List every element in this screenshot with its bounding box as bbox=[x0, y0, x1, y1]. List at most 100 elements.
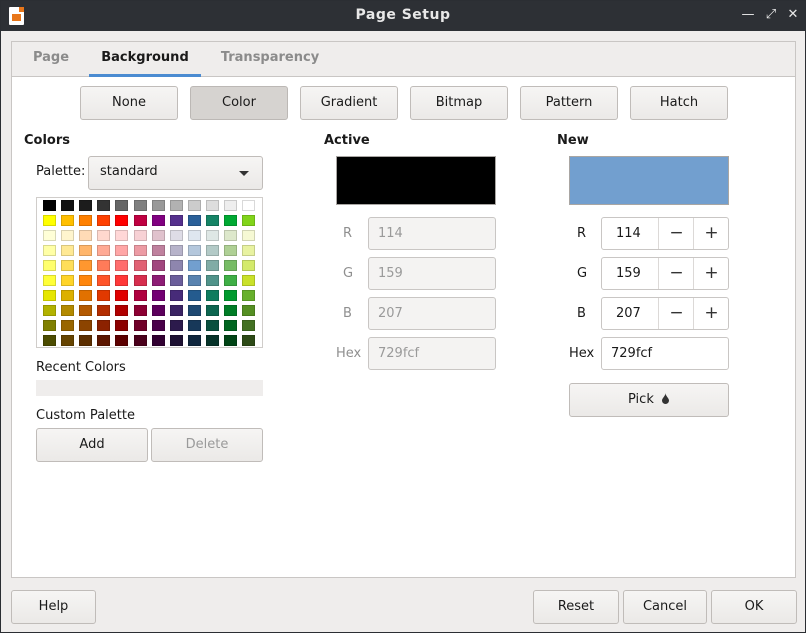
r-decrement-button[interactable]: − bbox=[658, 218, 694, 249]
color-swatch[interactable] bbox=[115, 230, 129, 241]
color-swatch[interactable] bbox=[61, 290, 75, 301]
color-swatch[interactable] bbox=[115, 290, 129, 301]
color-swatch[interactable] bbox=[61, 230, 75, 241]
color-swatch[interactable] bbox=[205, 305, 219, 316]
color-swatch[interactable] bbox=[97, 230, 111, 241]
color-swatch[interactable] bbox=[169, 215, 183, 226]
color-swatch[interactable] bbox=[187, 335, 201, 346]
r-increment-button[interactable]: + bbox=[693, 218, 729, 249]
color-swatch[interactable] bbox=[43, 335, 56, 346]
color-swatch[interactable] bbox=[115, 335, 129, 346]
color-swatch[interactable] bbox=[187, 245, 201, 256]
color-swatch[interactable] bbox=[205, 260, 219, 271]
color-swatch[interactable] bbox=[151, 200, 165, 211]
color-swatch[interactable] bbox=[61, 260, 75, 271]
color-swatch[interactable] bbox=[242, 200, 256, 211]
color-swatch[interactable] bbox=[242, 260, 256, 271]
color-swatch[interactable] bbox=[115, 320, 129, 331]
g-decrement-button[interactable]: − bbox=[658, 258, 694, 289]
color-swatch[interactable] bbox=[97, 275, 111, 286]
color-swatch[interactable] bbox=[133, 245, 147, 256]
color-swatch[interactable] bbox=[151, 335, 165, 346]
color-swatch[interactable] bbox=[169, 245, 183, 256]
color-swatch[interactable] bbox=[242, 320, 256, 331]
color-swatch[interactable] bbox=[115, 275, 129, 286]
color-swatch[interactable] bbox=[97, 215, 111, 226]
color-swatch[interactable] bbox=[61, 305, 75, 316]
color-swatch[interactable] bbox=[224, 215, 237, 226]
b-increment-button[interactable]: + bbox=[693, 298, 729, 329]
g-increment-button[interactable]: + bbox=[693, 258, 729, 289]
color-swatch[interactable] bbox=[224, 290, 237, 301]
color-swatch[interactable] bbox=[205, 230, 219, 241]
color-swatch[interactable] bbox=[151, 215, 165, 226]
color-swatch[interactable] bbox=[151, 245, 165, 256]
ok-button[interactable]: OK bbox=[711, 590, 797, 624]
color-swatch[interactable] bbox=[187, 320, 201, 331]
color-swatch[interactable] bbox=[79, 320, 93, 331]
pick-color-button[interactable]: Pick bbox=[569, 383, 729, 417]
color-swatch[interactable] bbox=[133, 200, 147, 211]
color-swatch[interactable] bbox=[79, 305, 93, 316]
color-swatch[interactable] bbox=[151, 305, 165, 316]
color-swatch[interactable] bbox=[43, 215, 56, 226]
cancel-button[interactable]: Cancel bbox=[623, 590, 707, 624]
color-swatch[interactable] bbox=[97, 290, 111, 301]
color-swatch[interactable] bbox=[224, 320, 237, 331]
color-swatch[interactable] bbox=[115, 200, 129, 211]
new-hex-value[interactable]: 729fcf bbox=[611, 346, 652, 361]
maximize-icon[interactable]: ⤢ bbox=[762, 6, 780, 24]
color-swatch[interactable] bbox=[133, 290, 147, 301]
color-swatch[interactable] bbox=[169, 290, 183, 301]
help-button[interactable]: Help bbox=[11, 590, 96, 624]
color-swatch[interactable] bbox=[242, 230, 256, 241]
new-b-value[interactable]: 207 bbox=[616, 306, 641, 321]
fill-none-button[interactable]: None bbox=[80, 86, 178, 120]
fill-bitmap-button[interactable]: Bitmap bbox=[410, 86, 508, 120]
color-swatch[interactable] bbox=[97, 320, 111, 331]
color-swatch[interactable] bbox=[79, 200, 93, 211]
color-swatch[interactable] bbox=[79, 260, 93, 271]
color-swatch[interactable] bbox=[151, 290, 165, 301]
color-swatch[interactable] bbox=[115, 260, 129, 271]
color-swatch[interactable] bbox=[187, 290, 201, 301]
color-swatch[interactable] bbox=[115, 245, 129, 256]
color-swatch[interactable] bbox=[224, 230, 237, 241]
color-swatch[interactable] bbox=[169, 200, 183, 211]
color-swatch[interactable] bbox=[133, 305, 147, 316]
tab-page[interactable]: Page bbox=[22, 42, 80, 77]
color-swatch[interactable] bbox=[205, 335, 219, 346]
color-swatch[interactable] bbox=[61, 200, 75, 211]
color-swatch[interactable] bbox=[61, 245, 75, 256]
color-swatch[interactable] bbox=[97, 335, 111, 346]
color-swatch[interactable] bbox=[133, 335, 147, 346]
color-swatch[interactable] bbox=[97, 305, 111, 316]
recent-colors-strip[interactable] bbox=[36, 380, 263, 396]
color-swatch[interactable] bbox=[133, 260, 147, 271]
fill-color-button[interactable]: Color bbox=[190, 86, 288, 120]
color-swatch[interactable] bbox=[115, 215, 129, 226]
color-swatch[interactable] bbox=[224, 335, 237, 346]
color-swatch[interactable] bbox=[205, 215, 219, 226]
color-swatch[interactable] bbox=[97, 260, 111, 271]
color-swatch[interactable] bbox=[169, 305, 183, 316]
color-swatch[interactable] bbox=[79, 290, 93, 301]
new-r-spinbox[interactable]: 114 − + bbox=[601, 217, 729, 250]
color-swatch[interactable] bbox=[133, 320, 147, 331]
color-swatch[interactable] bbox=[205, 200, 219, 211]
color-swatch[interactable] bbox=[43, 245, 56, 256]
color-swatch[interactable] bbox=[242, 245, 256, 256]
new-r-value[interactable]: 114 bbox=[616, 226, 641, 241]
color-swatch[interactable] bbox=[187, 275, 201, 286]
tab-transparency[interactable]: Transparency bbox=[211, 42, 329, 77]
color-swatch[interactable] bbox=[224, 245, 237, 256]
color-swatch[interactable] bbox=[43, 200, 56, 211]
color-swatch[interactable] bbox=[133, 275, 147, 286]
color-swatch[interactable] bbox=[133, 215, 147, 226]
color-swatch[interactable] bbox=[169, 260, 183, 271]
color-swatch[interactable] bbox=[151, 320, 165, 331]
b-decrement-button[interactable]: − bbox=[658, 298, 694, 329]
color-swatch[interactable] bbox=[43, 260, 56, 271]
color-swatch[interactable] bbox=[79, 245, 93, 256]
color-swatch[interactable] bbox=[169, 320, 183, 331]
